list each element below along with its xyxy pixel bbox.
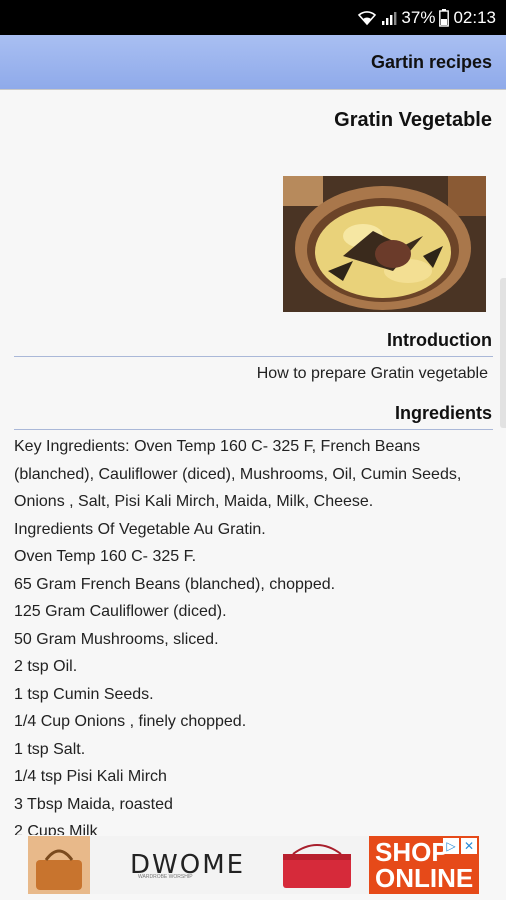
ingredient-line: 2 Cups Milk: [14, 823, 98, 835]
key-ingredients: Key Ingredients: Oven Temp 160 C- 325 F,…: [14, 438, 462, 510]
battery-icon: [439, 8, 450, 27]
scroll-indicator[interactable]: [500, 278, 506, 428]
ingredient-line: 1/4 tsp Pisi Kali Mirch: [14, 768, 167, 785]
ingredients-divider: [14, 429, 493, 430]
introduction-divider: [14, 356, 493, 357]
ad-choices-icon[interactable]: ▷: [443, 838, 459, 854]
ad-controls: ▷ ✕: [443, 838, 477, 854]
clock: 02:13: [453, 7, 496, 27]
introduction-text: How to prepare Gratin vegetable: [256, 365, 488, 382]
ad-cta[interactable]: SHOP ONLINE ▷ ✕: [369, 836, 479, 894]
status-bar: 37% 02:13: [0, 0, 506, 35]
ad-cta-line2: ONLINE: [375, 863, 474, 893]
recipe-title: Gratin Vegetable: [334, 109, 492, 131]
dish-image: [283, 176, 486, 312]
ingredients-list: Key Ingredients: Oven Temp 160 C- 325 F,…: [14, 433, 484, 835]
ad-brand-panel[interactable]: DWOME WARDROBE WORSHIP: [90, 836, 369, 894]
app-title: Gartin recipes: [370, 51, 492, 72]
ad-close-icon[interactable]: ✕: [461, 838, 477, 854]
ad-banner[interactable]: DWOME WARDROBE WORSHIP SHOP ONLINE ▷ ✕: [28, 836, 479, 894]
ad-brand-tagline: WARDROBE WORSHIP: [138, 874, 193, 880]
ingredient-line: 2 tsp Oil.: [14, 658, 78, 675]
signal-icon: [381, 10, 397, 26]
ingredient-line: 1 tsp Cumin Seeds.: [14, 685, 154, 703]
introduction-heading: Introduction: [387, 330, 492, 350]
ingredient-line: Ingredients Of Vegetable Au Gratin.: [14, 520, 266, 538]
ingredient-line: 65 Gram French Beans (blanched), chopped…: [14, 575, 336, 593]
ad-handbag-image: [28, 836, 90, 894]
app-bar: Gartin recipes: [0, 35, 506, 90]
ingredient-line: 50 Gram Mushrooms, sliced.: [14, 630, 219, 648]
ingredient-line: 1/4 Cup Onions , finely chopped.: [14, 713, 247, 730]
ad-red-bag-image: [283, 844, 351, 888]
battery-percent: 37%: [401, 7, 436, 27]
ingredient-line: 125 Gram Cauliflower (diced).: [14, 603, 227, 620]
ingredient-line: Oven Temp 160 C- 325 F.: [14, 548, 197, 565]
recipe-content[interactable]: Gratin Vegetable Introduction How to pre…: [0, 90, 506, 835]
ingredients-heading: Ingredients: [394, 403, 492, 423]
ingredient-line: 3 Tbsp Maida, roasted: [14, 795, 173, 813]
ingredient-line: 1 tsp Salt.: [14, 740, 86, 758]
wifi-icon: [357, 10, 377, 26]
